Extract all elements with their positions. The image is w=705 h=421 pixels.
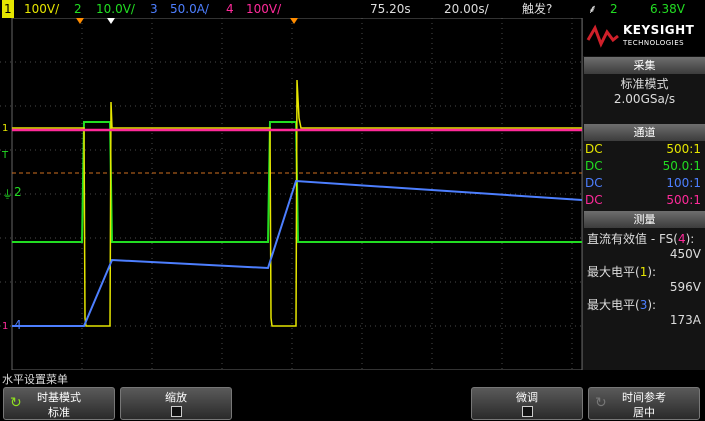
measurement-label: 最大电平 [587,265,636,279]
trigger-slope-icon: ⸙ [588,2,598,16]
softkey-bar: 水平设置菜单 ↻ 时基模式 标准 缩放 微调 ↻ 时间参考 居中 [0,370,705,421]
svg-text:4: 4 [14,318,22,332]
trigger-level-marker: T [1,150,9,161]
menu-title: 水平设置菜单 [2,373,68,386]
keysight-wave-icon [586,24,619,48]
ch1-number[interactable]: 1 [2,0,14,18]
time-reference-marker [107,18,115,24]
time-reference-softkey[interactable]: ↻ 时间参考 居中 [588,387,700,420]
zoom-checkbox[interactable] [170,406,182,417]
ch4-scale[interactable]: 100V/ [246,0,281,18]
measurement-name: 最大电平(1): [587,265,657,279]
svg-text:1: 1 [2,123,8,134]
sample-rate: 2.00GSa/s [613,92,676,106]
timebase-delay[interactable]: 75.20s [370,0,411,18]
ch3-scale[interactable]: 50.0A/ [170,0,209,18]
channel-header: 通道 [584,124,705,141]
waveform-display[interactable]: T 1 ⏚ 2 1 4 [0,18,582,370]
svg-text:⏚: ⏚ [2,188,13,201]
brand-name: KEYSIGHT [623,23,695,37]
channel-probe-ratio: 500:1 [666,142,701,156]
delay-marker [290,18,298,24]
measurement-value: 450V [669,247,701,261]
acquisition-header: 采集 [584,57,705,74]
measurement-label: 直流有效值 - FS [587,232,674,246]
channel-coupling: DC [585,193,603,207]
measure-header: 测量 [584,211,705,228]
zoom-label: 缩放 [165,391,187,404]
keysight-logo: KEYSIGHT TECHNOLOGIES [583,18,705,56]
ch4-number[interactable]: 4 [226,0,234,18]
trigger-status: 触发? [522,2,553,16]
measurement-name: 最大电平(3): [587,298,657,312]
timebase-mode-label: 时基模式 [37,391,81,404]
time-reference-value: 居中 [633,406,655,419]
channel-probe-ratio: 100:1 [666,176,701,190]
measurement-name: 直流有效值 - FS(4): [587,232,695,246]
ch2-scale[interactable]: 10.0V/ [96,0,135,18]
waveform-graticule: T 1 ⏚ 2 1 4 [0,18,582,370]
trigger-position-marker [76,18,84,24]
measurement-label: 最大电平 [587,298,636,312]
brand-sub: TECHNOLOGIES [623,39,685,47]
acquisition-mode: 标准模式 [620,77,669,91]
channel-coupling: DC [585,176,603,190]
channel-probe-ratio: 500:1 [666,193,701,207]
ch2-number[interactable]: 2 [74,0,82,18]
trigger-source[interactable]: 2 [610,0,618,18]
status-bar: 1 100V/ 2 10.0V/ 3 50.0A/ 4 100V/ 75.20s… [0,0,705,18]
timebase-scale[interactable]: 20.00s/ [444,0,489,18]
measurement-channel: 4 [677,232,686,246]
measurement-value: 596V [669,280,701,294]
fine-softkey[interactable]: 微调 [471,387,583,420]
channel-coupling: DC [585,142,603,156]
svg-text:1: 1 [2,321,8,332]
measurement-value: 173A [669,313,701,327]
fine-checkbox[interactable] [521,406,533,417]
zoom-softkey[interactable]: 缩放 [120,387,232,420]
trigger-level[interactable]: 6.38V [650,0,685,18]
time-reference-label: 时间参考 [622,391,666,404]
fine-label: 微调 [516,391,538,404]
ch1-scale[interactable]: 100V/ [24,0,59,18]
timebase-mode-softkey[interactable]: ↻ 时基模式 标准 [3,387,115,420]
info-panel: KEYSIGHT TECHNOLOGIES 采集 标准模式 2.00GSa/s … [582,18,705,370]
channel-probe-ratio: 50.0:1 [662,159,701,173]
ch3-number[interactable]: 3 [150,0,158,18]
svg-text:2: 2 [14,185,22,199]
channel-coupling: DC [585,159,603,173]
timebase-mode-value: 标准 [48,406,70,419]
